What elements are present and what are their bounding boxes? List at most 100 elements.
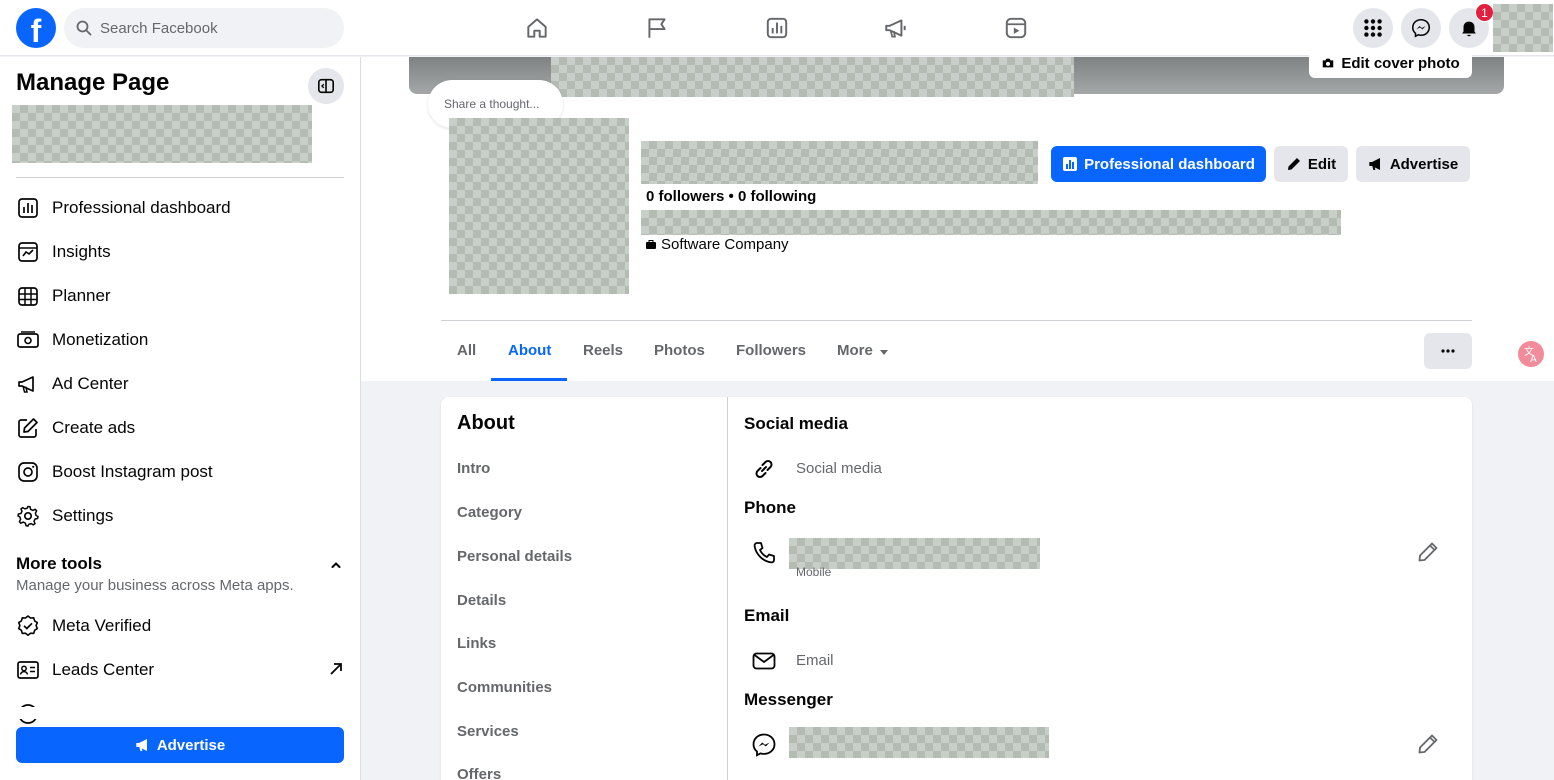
page-bio [641, 210, 1341, 235]
briefcase-icon [646, 239, 656, 249]
page-profile-banner[interactable] [12, 105, 312, 163]
tab-photos[interactable]: Photos [638, 333, 721, 369]
facebook-logo[interactable]: f [16, 8, 56, 48]
chevron-up-icon[interactable] [327, 556, 345, 574]
panel-toggle-icon [317, 78, 335, 94]
pencil-icon [1287, 158, 1300, 170]
sidebar-item-label: Ad Center [52, 374, 129, 393]
edit-label: Edit [1307, 155, 1337, 173]
dashboard-icon [1063, 157, 1078, 171]
phone-icon [753, 542, 775, 564]
sidebar-item-leads-center[interactable]: Leads Center [8, 648, 353, 692]
sidebar-item-label: Meta Verified [52, 616, 152, 635]
tab-followers[interactable]: Followers [720, 333, 822, 369]
page-name [641, 141, 1038, 184]
sidebar-item-monetization[interactable]: Monetization [8, 318, 353, 362]
professional-dashboard-label: Professional dashboard [1084, 155, 1255, 173]
about-nav-details[interactable]: Details [457, 592, 506, 609]
translate-extension-button[interactable]: 文A [1516, 339, 1546, 369]
category-label: Software Company [661, 236, 789, 253]
about-nav-communities[interactable]: Communities [457, 679, 552, 696]
sidebar-toggle-button[interactable] [308, 68, 344, 104]
sidebar-title: Manage Page [16, 69, 170, 96]
search-input[interactable] [100, 19, 320, 37]
flag-icon[interactable] [639, 10, 675, 46]
menu-grid-icon[interactable] [1353, 8, 1393, 48]
megaphone-icon [18, 376, 34, 393]
tab-more-label: More [837, 342, 873, 359]
home-icon[interactable] [519, 10, 555, 46]
money-icon [17, 331, 39, 348]
sidebar-item-label: Boost Instagram post [52, 462, 213, 481]
sidebar-item-label: Leads Center [52, 660, 155, 679]
email-placeholder[interactable]: Email [796, 652, 834, 669]
messenger-icon[interactable] [1401, 8, 1441, 48]
pencil-icon[interactable] [1416, 732, 1440, 756]
sidebar-item-planner[interactable]: Planner [8, 274, 353, 318]
advertise-button[interactable]: Advertise [1356, 146, 1470, 182]
about-nav-offers[interactable]: Offers [457, 766, 501, 780]
camera-icon [1323, 58, 1334, 68]
gear-icon [17, 505, 39, 527]
caret-down-icon [879, 350, 888, 355]
about-nav-links[interactable]: Links [457, 635, 496, 652]
active-tab-indicator [491, 378, 567, 381]
sidebar-item-settings[interactable]: Settings [8, 494, 353, 538]
pencil-icon[interactable] [1416, 540, 1440, 564]
dashboard-icon [18, 198, 38, 218]
sidebar-item-label: Settings [52, 506, 114, 525]
about-nav-category[interactable]: Category [457, 504, 522, 521]
about-card-divider [727, 397, 728, 780]
sidebar-divider [16, 177, 344, 178]
edit-cover-label: Edit cover photo [1341, 54, 1460, 72]
tab-about[interactable]: About [492, 333, 567, 369]
sidebar-item-insights[interactable]: Insights [8, 230, 353, 274]
followers-count[interactable]: 0 followers • 0 following [646, 188, 816, 205]
sidebar-item-meta-verified[interactable]: Meta Verified [8, 604, 353, 648]
leads-icon [17, 661, 39, 679]
social-media-heading: Social media [744, 414, 848, 433]
tab-all[interactable]: All [441, 333, 492, 369]
sidebar-item-ad-center[interactable]: Ad Center [8, 362, 353, 406]
about-nav-services[interactable]: Services [457, 723, 519, 740]
edit-cover-photo-button[interactable]: Edit cover photo [1309, 48, 1472, 78]
more-options-button[interactable] [1424, 333, 1472, 369]
sidebar-advertise-button[interactable]: Advertise [16, 727, 344, 763]
megaphone-icon[interactable] [878, 10, 914, 46]
more-tools-heading[interactable]: More tools [16, 554, 102, 574]
header-divider [441, 320, 1472, 321]
external-link-icon [330, 663, 342, 675]
insights-icon[interactable] [759, 10, 795, 46]
megaphone-icon [136, 739, 147, 751]
sidebar-item-professional-dashboard[interactable]: Professional dashboard [8, 186, 353, 230]
reels-icon[interactable] [998, 10, 1034, 46]
cover-photo-image [551, 57, 1074, 97]
social-media-placeholder[interactable]: Social media [796, 460, 882, 477]
profile-picture[interactable] [449, 118, 629, 294]
edit-page-button[interactable]: Edit [1274, 146, 1348, 182]
professional-dashboard-button[interactable]: Professional dashboard [1051, 146, 1266, 182]
planner-icon [18, 287, 38, 306]
tab-reels[interactable]: Reels [567, 333, 639, 369]
messenger-heading: Messenger [744, 690, 833, 709]
sidebar-item-create-ads[interactable]: Create ads [8, 406, 353, 450]
page-category: Software Company [645, 236, 789, 253]
svg-text:A: A [1530, 354, 1537, 365]
sidebar-item-boost-instagram-post[interactable]: Boost Instagram post [8, 450, 353, 494]
more-tools-subtitle: Manage your business across Meta apps. [16, 577, 294, 594]
link-icon [755, 459, 773, 479]
search-box[interactable] [64, 8, 344, 48]
tab-more[interactable]: More [821, 333, 905, 369]
manage-page-sidebar: Manage Page Professional dashboard Insig… [0, 57, 361, 780]
megaphone-icon [1369, 158, 1380, 170]
sidebar-scroll-mask [0, 707, 360, 719]
advertise-label: Advertise [156, 736, 226, 754]
sidebar-item-label: Create ads [52, 418, 136, 437]
account-avatar[interactable] [1493, 4, 1553, 52]
instagram-icon [18, 462, 38, 482]
about-nav-personal-details[interactable]: Personal details [457, 548, 572, 565]
translate-icon: 文A [1518, 341, 1544, 367]
about-title: About [457, 412, 515, 434]
messenger-username [789, 727, 1049, 758]
about-nav-intro[interactable]: Intro [457, 460, 490, 477]
